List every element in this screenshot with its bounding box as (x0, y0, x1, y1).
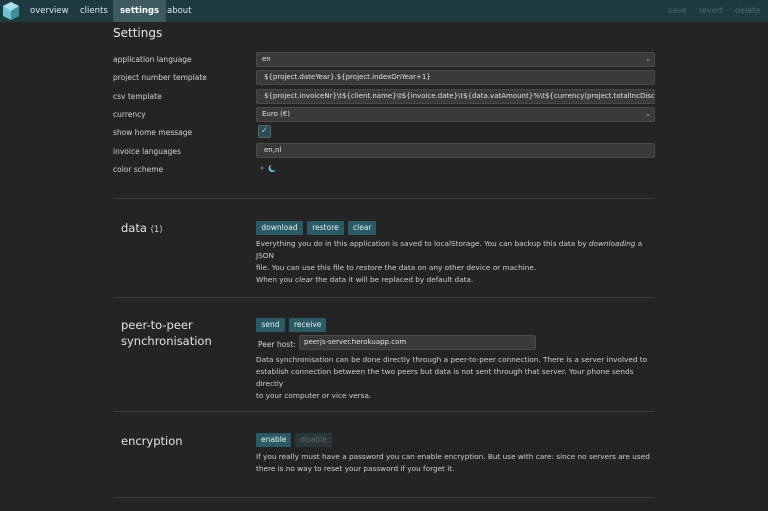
restore-button[interactable]: restore (307, 221, 344, 235)
section-divider (113, 411, 655, 412)
download-button[interactable]: download (256, 221, 303, 235)
application-language-label: application language (113, 55, 192, 64)
data-section-title: data (1) (121, 220, 163, 238)
p2p-section-title: peer-to-peer synchronisation (121, 317, 212, 349)
p2p-title-line: peer-to-peer (121, 318, 193, 332)
encryption-desc-line: If you really must have a password you c… (256, 452, 650, 461)
color-scheme-toggle[interactable] (258, 163, 278, 173)
moon-icon (268, 164, 276, 173)
data-count: (1) (150, 225, 163, 235)
nav-clients[interactable]: clients (73, 0, 115, 22)
p2p-desc-line: establish connection between the two pee… (256, 367, 634, 388)
delete-button[interactable]: delete (735, 0, 760, 22)
encryption-section-title: encryption (121, 434, 183, 448)
receive-button[interactable]: receive (289, 318, 326, 332)
app-logo-icon[interactable] (3, 2, 19, 20)
top-nav: overview clients settings about save rev… (0, 0, 768, 22)
invoice-languages-label: invoice languages (113, 147, 181, 156)
save-button[interactable]: save (668, 0, 687, 22)
p2p-desc-line: Data synchronisation can be done directl… (256, 355, 648, 364)
section-divider (113, 297, 655, 298)
currency-select[interactable]: Euro (€) ⌄ (256, 107, 655, 122)
data-title-text: data (121, 221, 147, 235)
p2p-title-line: synchronisation (121, 334, 212, 348)
project-number-template-label: project number template (113, 73, 207, 82)
nav-settings[interactable]: settings (113, 0, 167, 22)
page-title: Settings (113, 26, 163, 40)
encryption-description: If you really must have a password you c… (256, 451, 661, 475)
peer-host-label: Peer host: (258, 340, 296, 349)
nav-about[interactable]: about (160, 0, 199, 22)
data-desc-line: When you clear the data it will be repla… (256, 275, 474, 284)
section-divider (113, 198, 655, 199)
section-divider (113, 497, 655, 498)
revert-button[interactable]: revert (699, 0, 723, 22)
application-language-value: en (262, 55, 271, 63)
csv-template-input[interactable]: ${project.invoiceNr}\t${client.name}\t${… (256, 89, 655, 104)
invoice-languages-input[interactable]: en,nl (256, 143, 655, 158)
data-description: Everything you do in this application is… (256, 238, 661, 286)
chevron-down-icon: ⌄ (645, 55, 651, 63)
p2p-description: Data synchronisation can be done directl… (256, 354, 661, 402)
csv-template-label: csv template (113, 92, 162, 101)
enable-encryption-button[interactable]: enable (256, 433, 291, 447)
sun-icon (258, 164, 266, 172)
p2p-desc-line: to your computer or vice versa. (256, 391, 372, 400)
currency-value: Euro (€) (262, 110, 291, 118)
encryption-desc-line: there is no way to reset your password i… (256, 464, 455, 473)
color-scheme-label: color scheme (113, 165, 164, 174)
peer-host-input[interactable]: peerjs-server.herokuapp.com (299, 335, 536, 350)
project-number-template-input[interactable]: ${project.dateYear}.${project.indexOnYea… (256, 70, 655, 85)
data-desc-line: Everything you do in this application is… (256, 239, 643, 260)
application-language-select[interactable]: en ⌄ (256, 52, 655, 67)
data-desc-line: file. You can use this file to restore t… (256, 263, 537, 272)
chevron-down-icon: ⌄ (645, 110, 651, 118)
show-home-message-checkbox[interactable]: ✓ (258, 125, 271, 138)
clear-button[interactable]: clear (348, 221, 376, 235)
nav-overview[interactable]: overview (23, 0, 76, 22)
send-button[interactable]: send (256, 318, 285, 332)
currency-label: currency (113, 110, 146, 119)
show-home-message-label: show home message (113, 128, 193, 137)
disable-encryption-button[interactable]: disable (295, 433, 332, 447)
